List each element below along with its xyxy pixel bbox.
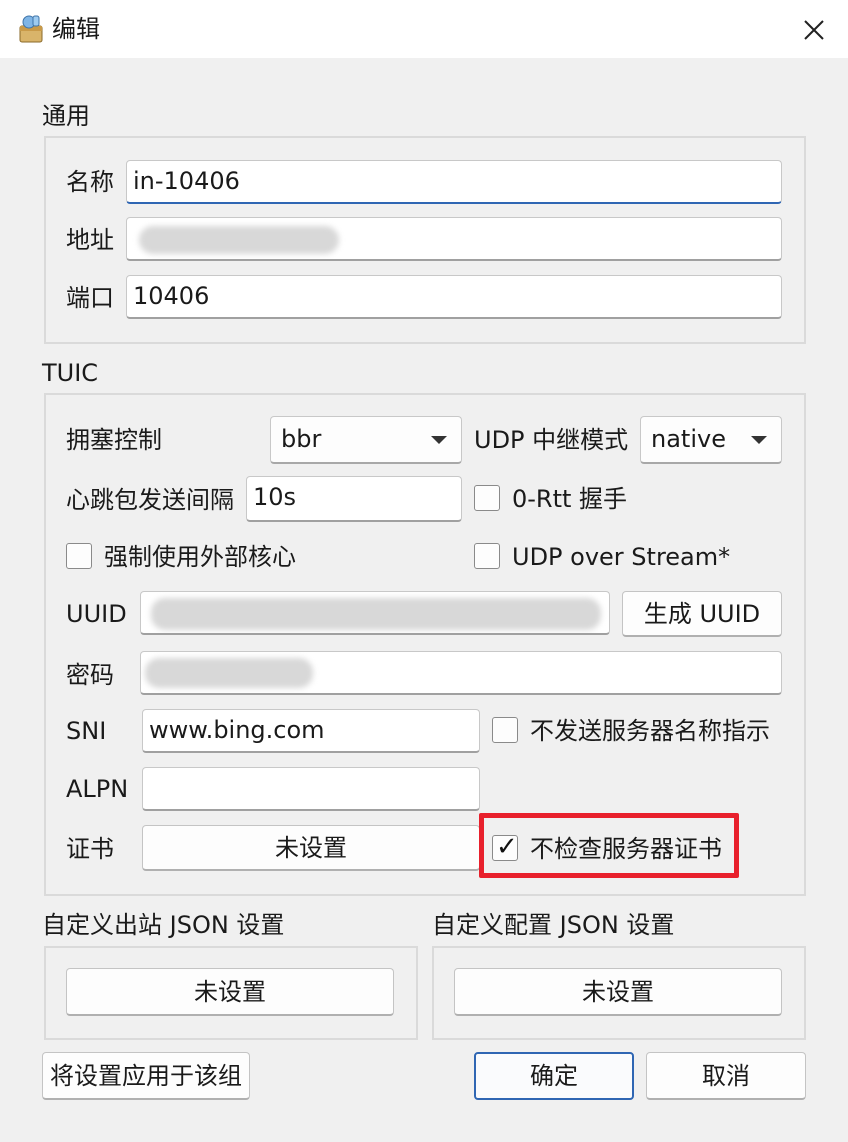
- tuic-section-label: TUIC: [42, 359, 99, 387]
- sni-input[interactable]: www.bing.com: [142, 709, 480, 753]
- zero-rtt-checkbox[interactable]: [474, 485, 500, 511]
- apply-to-group-button[interactable]: 将设置应用于该组: [42, 1052, 250, 1100]
- port-input[interactable]: 10406: [126, 275, 782, 319]
- password-label: 密码: [66, 661, 114, 689]
- name-label: 名称: [66, 168, 114, 196]
- title-bar: 编辑: [0, 0, 848, 58]
- no-sni-checkbox[interactable]: [492, 717, 518, 743]
- udp-relay-label: UDP 中继模式: [474, 426, 629, 454]
- uuid-label: UUID: [66, 600, 127, 628]
- cert-button[interactable]: 未设置: [142, 825, 480, 871]
- udp-relay-value: native: [651, 425, 726, 453]
- insecure-checkbox[interactable]: ✓: [492, 832, 518, 862]
- address-input[interactable]: [126, 217, 782, 261]
- heartbeat-label: 心跳包发送间隔: [66, 486, 234, 514]
- redacted-blur: [139, 226, 339, 254]
- custom-config-button[interactable]: 未设置: [454, 968, 782, 1016]
- password-input[interactable]: [140, 651, 782, 695]
- uuid-input[interactable]: [140, 591, 610, 635]
- zero-rtt-label: 0-Rtt 握手: [512, 485, 628, 513]
- alpn-input[interactable]: [142, 767, 480, 811]
- heartbeat-input[interactable]: 10s: [246, 476, 462, 522]
- custom-outbound-section-label: 自定义出站 JSON 设置: [42, 911, 285, 939]
- window-title: 编辑: [52, 15, 100, 43]
- congestion-label: 拥塞控制: [66, 426, 162, 454]
- cancel-button[interactable]: 取消: [646, 1052, 806, 1100]
- address-label: 地址: [66, 226, 114, 254]
- close-icon: [804, 20, 824, 40]
- udp-over-stream-checkbox[interactable]: [474, 543, 500, 569]
- force-external-label: 强制使用外部核心: [104, 543, 296, 571]
- redacted-blur: [145, 658, 313, 688]
- alpn-label: ALPN: [66, 775, 129, 803]
- port-label: 端口: [66, 284, 114, 312]
- congestion-value: bbr: [281, 425, 322, 453]
- generate-uuid-button[interactable]: 生成 UUID: [622, 591, 782, 637]
- custom-outbound-button[interactable]: 未设置: [66, 968, 394, 1016]
- chevron-down-icon: [431, 436, 447, 444]
- edit-dialog: 编辑 通用 名称 in-10406 地址 端口 10406 TUIC 拥塞控制 …: [0, 0, 848, 1142]
- name-input[interactable]: in-10406: [126, 160, 782, 204]
- force-external-checkbox[interactable]: [66, 543, 92, 569]
- congestion-select[interactable]: bbr: [270, 416, 462, 464]
- chevron-down-icon: [751, 436, 767, 444]
- close-button[interactable]: [794, 10, 834, 50]
- custom-config-section-label: 自定义配置 JSON 设置: [432, 911, 675, 939]
- general-section-label: 通用: [42, 102, 90, 130]
- ok-button[interactable]: 确定: [474, 1052, 634, 1100]
- sni-label: SNI: [66, 717, 107, 745]
- udp-over-stream-label: UDP over Stream*: [512, 543, 731, 571]
- check-icon: ✓: [496, 832, 518, 862]
- no-sni-label: 不发送服务器名称指示: [530, 717, 770, 745]
- udp-relay-select[interactable]: native: [640, 416, 782, 464]
- app-icon: [18, 14, 44, 44]
- insecure-label: 不检查服务器证书: [530, 835, 722, 863]
- cert-label: 证书: [66, 835, 114, 863]
- redacted-blur: [151, 598, 601, 630]
